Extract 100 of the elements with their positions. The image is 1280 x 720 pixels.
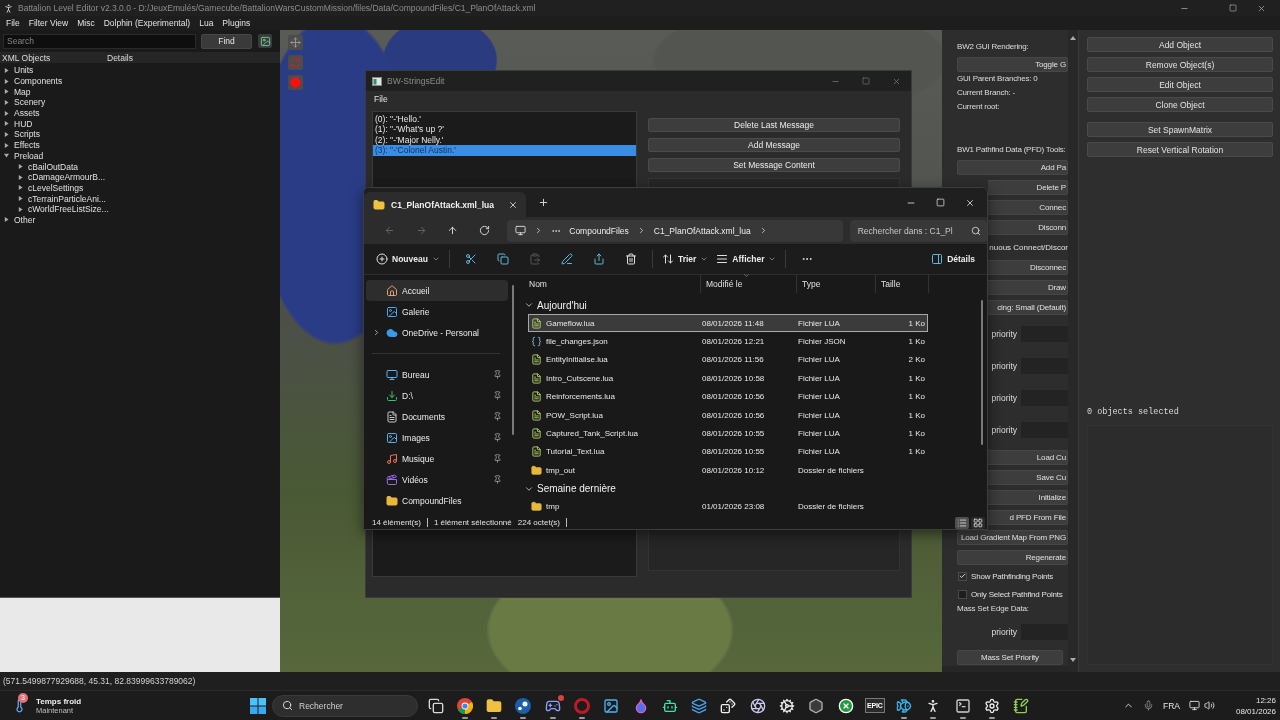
view-button[interactable]: Afficher — [712, 248, 781, 270]
collapsed-arrow-icon[interactable] — [4, 121, 9, 127]
tree-item[interactable]: Scenery — [14, 97, 46, 108]
tree-item[interactable]: cLevelSettings — [28, 182, 84, 193]
up-arrow-icon[interactable] — [447, 225, 459, 236]
nav-item[interactable]: Documents — [366, 406, 508, 427]
nav-item[interactable]: Accueil — [366, 280, 508, 301]
tree-item[interactable]: Other — [14, 214, 36, 225]
folder-icon[interactable] — [486, 697, 503, 714]
tree-item[interactable]: Map — [14, 86, 31, 97]
taskbar-search-field[interactable]: Rechercher — [272, 694, 418, 717]
explorer-search-field[interactable]: Rechercher dans : C1_Pl — [849, 219, 987, 242]
group-header[interactable]: Aujourd'hui — [537, 299, 587, 311]
view-toggle-button[interactable] — [971, 516, 985, 529]
collapsed-arrow-icon[interactable] — [4, 78, 9, 84]
tree-item[interactable]: cDamageArmourB... — [28, 172, 105, 183]
menu-item[interactable]: Filter View — [28, 18, 69, 28]
ring-icon[interactable] — [574, 697, 591, 714]
panel-button[interactable]: Add Object — [1087, 37, 1273, 52]
file-name[interactable]: Captured_Tank_Script.lua — [546, 429, 639, 439]
collapsed-arrow-icon[interactable] — [18, 174, 23, 180]
collapsed-arrow-icon[interactable] — [18, 164, 23, 170]
speaker-icon[interactable] — [1203, 700, 1215, 711]
message-item[interactable]: (2): "-'Major Nelly.' — [373, 134, 636, 146]
collapsed-arrow-icon[interactable] — [4, 217, 9, 223]
explorer-tab[interactable]: C1_PlanOfAttack.xml_lua — [364, 192, 526, 217]
column-header[interactable]: Details — [105, 52, 133, 63]
collapsed-arrow-icon[interactable] — [4, 99, 9, 105]
file-name[interactable]: file_changes.json — [546, 337, 608, 347]
file-name[interactable]: Gameflow.lua — [546, 318, 595, 328]
breadcrumb-item[interactable]: CompoundFiles — [569, 225, 629, 236]
nav-item[interactable]: Bureau — [366, 364, 508, 385]
new-tab-icon[interactable] — [538, 197, 549, 208]
robot-icon[interactable] — [661, 697, 678, 714]
collapsed-arrow-icon[interactable] — [4, 67, 9, 73]
notepad-icon[interactable] — [1013, 697, 1030, 714]
nav-item[interactable]: Galerie — [366, 301, 508, 322]
file-name[interactable]: tmp_out — [546, 465, 575, 475]
sort-button[interactable]: Trier — [657, 248, 713, 270]
nav-item[interactable]: Vidéos — [366, 469, 508, 490]
tree-item[interactable]: Components — [14, 76, 63, 87]
tree-item[interactable]: Effects — [14, 140, 40, 151]
clock-time[interactable]: 12:26 — [1255, 694, 1276, 706]
tool-button[interactable]: cing: Small (Default) — [988, 300, 1068, 315]
file-name[interactable]: Intro_Cutscene.lua — [546, 373, 614, 383]
message-item[interactable]: (0): "-'Hello.' — [373, 114, 636, 125]
tree-item[interactable]: Preload — [14, 150, 44, 161]
collapsed-arrow-icon[interactable] — [18, 206, 23, 212]
close-icon[interactable] — [1257, 3, 1266, 13]
menu-item[interactable]: Plugins — [222, 18, 251, 28]
tree-item[interactable]: cTerrainParticleAni... — [28, 193, 106, 204]
file-name[interactable]: Reinforcements.lua — [546, 392, 615, 402]
nav-item[interactable]: CompoundFiles — [366, 490, 508, 511]
panel-button[interactable]: Clone Object — [1087, 97, 1273, 112]
collapsed-arrow-icon[interactable] — [18, 185, 23, 191]
close-tab-icon[interactable] — [508, 199, 518, 210]
tool-button[interactable]: Disconn — [988, 220, 1068, 235]
tree-item[interactable]: Units — [14, 65, 34, 76]
file-name[interactable]: EntityInitialise.lua — [546, 355, 608, 365]
menu-item[interactable]: Dolphin (Experimental) — [103, 18, 191, 28]
panel-button[interactable]: Remove Object(s) — [1087, 57, 1273, 72]
nav-item[interactable]: Musique — [366, 448, 508, 469]
column-header[interactable]: Modifié le — [701, 275, 797, 293]
collapsed-arrow-icon[interactable] — [4, 142, 9, 148]
scrollbar-thumb[interactable] — [981, 300, 983, 445]
tool-button[interactable]: Delete P — [988, 180, 1068, 195]
panel-button[interactable]: Reset Vertical Rotation — [1087, 142, 1273, 157]
address-bar[interactable]: CompoundFiles C1_PlanOfAttack.xml_lua — [507, 219, 843, 242]
search-field[interactable]: Search — [3, 33, 196, 49]
tree-item[interactable]: cBailOutData — [28, 161, 79, 172]
maximize-icon[interactable] — [1229, 4, 1237, 12]
tool-button[interactable]: Regenerate — [957, 550, 1068, 565]
scissors-icon[interactable] — [464, 253, 477, 265]
breadcrumb-item[interactable]: C1_PlanOfAttack.xml_lua — [653, 225, 751, 236]
nav-item[interactable]: D:\ — [366, 385, 508, 406]
column-header[interactable]: Type — [797, 275, 876, 293]
tool-button[interactable]: Mass Set Priority — [957, 650, 1063, 665]
tool-button[interactable]: Connec — [988, 200, 1068, 215]
trash-icon[interactable] — [624, 253, 637, 265]
disc-icon[interactable] — [515, 697, 532, 714]
column-header[interactable]: XML Objects — [0, 52, 105, 63]
expanded-arrow-icon[interactable] — [4, 153, 9, 159]
collapsed-arrow-icon[interactable] — [4, 89, 9, 95]
tool-button[interactable]: Disconnec — [988, 260, 1068, 275]
tricolor-circle-icon[interactable] — [456, 697, 473, 714]
hexagon-icon[interactable] — [808, 697, 825, 714]
x-circle-icon[interactable] — [837, 697, 854, 714]
tool-button[interactable]: d PFD From File — [988, 510, 1068, 525]
language-indicator[interactable]: FRA — [1162, 700, 1180, 711]
share-icon[interactable] — [592, 253, 605, 265]
copy-icon[interactable] — [496, 253, 509, 265]
nav-item[interactable]: OneDrive - Personal — [366, 322, 508, 343]
horizontal-scrollbar[interactable] — [942, 666, 1068, 672]
menu-item[interactable]: Lua — [199, 18, 214, 28]
message-button[interactable]: Delete Last Message — [648, 118, 900, 132]
file-name[interactable]: Tutorial_Text.lua — [546, 447, 605, 457]
new-button[interactable]: Nouveau — [372, 248, 444, 270]
tool-button[interactable]: Load Cu — [988, 450, 1068, 465]
panel-button[interactable]: Edit Object — [1087, 77, 1273, 92]
refresh-icon[interactable] — [478, 225, 490, 236]
